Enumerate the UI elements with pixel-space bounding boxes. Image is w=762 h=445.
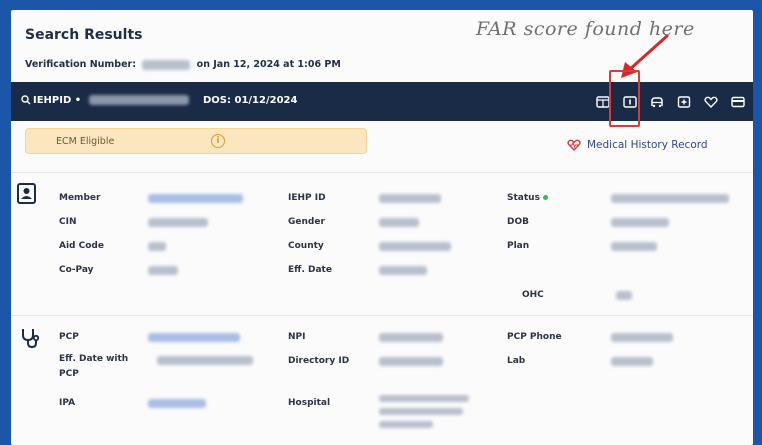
medical-history-label: Medical History Record bbox=[587, 139, 708, 151]
member-label: Member bbox=[59, 193, 101, 203]
redacted-status bbox=[611, 194, 729, 203]
credit-card-icon[interactable] bbox=[724, 93, 751, 110]
redacted-pcp-eff-date bbox=[157, 356, 253, 365]
redacted-cin bbox=[148, 218, 208, 227]
redacted-hospital-line-1 bbox=[379, 395, 469, 402]
redacted-member-iehp-id bbox=[379, 194, 441, 203]
iehp-id-label: IEHPID • bbox=[33, 95, 82, 106]
far-score-highlight bbox=[609, 70, 640, 127]
iehp-id-label: IEHP ID bbox=[288, 193, 326, 203]
dob-label: DOB bbox=[507, 217, 529, 227]
vehicle-icon[interactable] bbox=[643, 93, 670, 110]
status-label: Status bbox=[507, 193, 548, 203]
divider bbox=[11, 315, 753, 316]
member-navbar: IEHPID • DOS: 01/12/2024 bbox=[11, 82, 753, 121]
verification-timestamp: on Jan 12, 2024 at 1:06 PM bbox=[196, 59, 341, 70]
ipa-label: IPA bbox=[59, 398, 76, 408]
ecm-eligible-banner: ECM Eligible i bbox=[25, 128, 367, 154]
redacted-aid-code bbox=[148, 242, 166, 251]
redacted-eff-date bbox=[379, 266, 427, 275]
redacted-co-pay bbox=[148, 266, 178, 275]
eff-date-label: Eff. Date bbox=[288, 265, 332, 275]
co-pay-label: Co-Pay bbox=[59, 265, 94, 275]
iehp-id-field: IEHPID • bbox=[33, 95, 189, 106]
pcp-label: PCP bbox=[59, 332, 79, 342]
directory-id-label: Directory ID bbox=[288, 356, 350, 366]
eff-date-with-pcp-label: Eff. Date with PCP bbox=[59, 354, 129, 379]
stethoscope-icon bbox=[22, 329, 40, 349]
status-text: Status bbox=[507, 193, 540, 203]
info-icon[interactable]: i bbox=[211, 134, 225, 148]
heart-icon[interactable] bbox=[697, 93, 724, 110]
ohc-label: OHC bbox=[522, 290, 544, 300]
redacted-verification-number bbox=[142, 59, 191, 70]
ipa-link[interactable] bbox=[148, 399, 206, 408]
verification-line: Verification Number: on Jan 12, 2024 at … bbox=[25, 59, 341, 70]
member-name-link[interactable] bbox=[148, 194, 243, 203]
cin-label: CIN bbox=[59, 217, 77, 227]
redacted-plan bbox=[611, 242, 657, 251]
redacted-gender bbox=[379, 218, 419, 227]
redacted-hospital-line-3 bbox=[379, 421, 433, 428]
redacted-iehp-id bbox=[88, 95, 189, 105]
redacted-pcp-phone bbox=[611, 333, 673, 342]
page-title: Search Results bbox=[25, 27, 143, 43]
county-label: County bbox=[288, 241, 324, 251]
redacted-lab bbox=[611, 357, 653, 366]
plus-card-icon[interactable] bbox=[670, 93, 697, 110]
ecm-eligible-label: ECM Eligible bbox=[56, 136, 115, 147]
member-card-icon bbox=[17, 183, 36, 204]
divider bbox=[11, 172, 753, 173]
redacted-directory-id bbox=[379, 357, 443, 366]
gender-label: Gender bbox=[288, 217, 325, 227]
pcp-phone-label: PCP Phone bbox=[507, 332, 562, 342]
aid-code-label: Aid Code bbox=[59, 241, 104, 251]
lab-label: Lab bbox=[507, 356, 526, 366]
status-active-dot bbox=[542, 195, 548, 200]
pcp-name-link[interactable] bbox=[148, 333, 240, 342]
npi-label: NPI bbox=[288, 332, 306, 342]
search-results-card: Search Results Verification Number: on J… bbox=[11, 10, 753, 445]
redacted-dob bbox=[611, 218, 669, 227]
dos-label: DOS: 01/12/2024 bbox=[203, 95, 298, 106]
medical-history-link[interactable]: Medical History Record bbox=[567, 139, 708, 152]
redacted-ohc bbox=[616, 291, 632, 300]
verification-label: Verification Number: bbox=[25, 59, 137, 70]
heart-monitor-icon bbox=[567, 139, 581, 152]
plan-label: Plan bbox=[507, 241, 530, 251]
redacted-hospital-line-2 bbox=[379, 408, 463, 415]
hospital-label: Hospital bbox=[288, 398, 331, 408]
search-icon[interactable] bbox=[21, 95, 31, 108]
redacted-npi bbox=[379, 333, 443, 342]
redacted-county bbox=[379, 242, 451, 251]
